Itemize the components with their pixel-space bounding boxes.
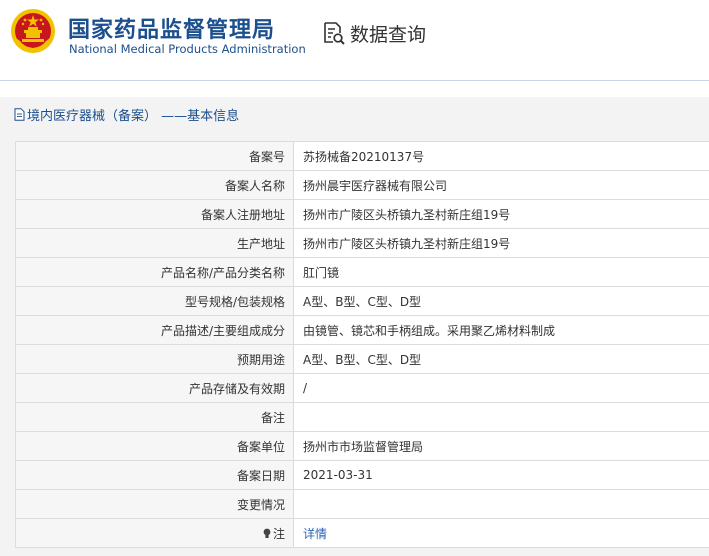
table-row: 备案日期 2021-03-31	[15, 460, 709, 490]
row-label: 预期用途	[15, 344, 294, 374]
table-row: 备案号 苏扬械备20210137号	[15, 141, 709, 171]
table-row: 预期用途 A型、B型、C型、D型	[15, 344, 709, 374]
info-table: 备案号 苏扬械备20210137号 备案人名称 扬州晨宇医疗器械有限公司 备案人注册地址…	[15, 141, 709, 548]
table-row: 产品存储及有效期 /	[15, 373, 709, 403]
row-label: 备案人名称	[15, 170, 294, 200]
row-label: 产品描述/主要组成成分	[15, 315, 294, 345]
table-row: 备案人名称 扬州晨宇医疗器械有限公司	[15, 170, 709, 200]
table-row: 生产地址 扬州市广陵区头桥镇九圣村新庄组19号	[15, 228, 709, 258]
document-search-icon	[324, 22, 345, 45]
row-label: 产品名称/产品分类名称	[15, 257, 294, 287]
row-value: 苏扬械备20210137号	[293, 141, 709, 171]
row-label: 备案号	[15, 141, 294, 171]
row-value: /	[293, 373, 709, 403]
table-row: 备案人注册地址 扬州市广陵区头桥镇九圣村新庄组19号	[15, 199, 709, 229]
table-row: 产品名称/产品分类名称 肛门镜	[15, 257, 709, 287]
row-value: 扬州晨宇医疗器械有限公司	[293, 170, 709, 200]
row-label: 备注	[15, 402, 294, 432]
site-header: 国家药品监督管理局 National Medical Products Admi…	[0, 0, 709, 80]
row-label: 备案日期	[15, 460, 294, 490]
panel-title-text: 境内医疗器械（备案） ——基本信息	[27, 108, 240, 124]
row-value: 扬州市市场监督管理局	[293, 431, 709, 461]
row-value: A型、B型、C型、D型	[293, 286, 709, 316]
document-icon	[14, 107, 25, 121]
row-value: 扬州市广陵区头桥镇九圣村新庄组19号	[293, 199, 709, 229]
table-row: 变更情况	[15, 489, 709, 519]
row-value: 由镜管、镜芯和手柄组成。采用聚乙烯材料制成	[293, 315, 709, 345]
row-value	[293, 402, 709, 432]
row-value: 肛门镜	[293, 257, 709, 287]
table-row: 产品描述/主要组成成分 由镜管、镜芯和手柄组成。采用聚乙烯材料制成	[15, 315, 709, 345]
row-label: 型号规格/包装规格	[15, 286, 294, 316]
org-name-cn: 国家药品监督管理局	[68, 18, 276, 43]
org-name-en: National Medical Products Administration	[69, 42, 306, 56]
table-row: 型号规格/包装规格 A型、B型、C型、D型	[15, 286, 709, 316]
panel-title: 境内医疗器械（备案） ——基本信息	[14, 106, 240, 124]
table-row: 备案单位 扬州市市场监督管理局	[15, 431, 709, 461]
table-row: 备注	[15, 402, 709, 432]
national-emblem-icon	[11, 9, 55, 53]
table-row: 注 详情	[15, 518, 709, 548]
row-value: A型、B型、C型、D型	[293, 344, 709, 374]
row-label: 注	[15, 518, 294, 548]
data-query-link[interactable]: 数据查询	[322, 20, 426, 46]
row-label: 生产地址	[15, 228, 294, 258]
lightbulb-icon	[263, 528, 271, 538]
row-value: 2021-03-31	[293, 460, 709, 490]
row-label: 备案人注册地址	[15, 199, 294, 229]
row-value: 详情	[293, 518, 709, 548]
row-label: 变更情况	[15, 489, 294, 519]
row-label: 产品存储及有效期	[15, 373, 294, 403]
row-value: 扬州市广陵区头桥镇九圣村新庄组19号	[293, 228, 709, 258]
row-label: 备案单位	[15, 431, 294, 461]
row-value	[293, 489, 709, 519]
details-link[interactable]: 详情	[303, 527, 327, 541]
data-query-label: 数据查询	[350, 23, 427, 46]
header-divider	[0, 80, 709, 81]
